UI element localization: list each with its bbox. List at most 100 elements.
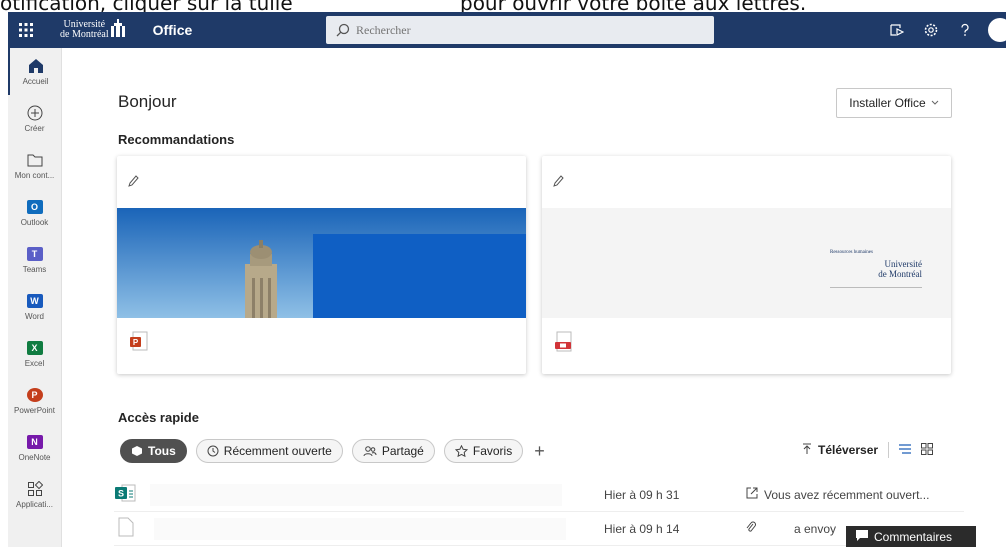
file-name-placeholder — [150, 483, 562, 506]
home-icon — [28, 57, 44, 75]
install-label: Installer Office — [849, 96, 926, 110]
pencil-icon — [127, 174, 139, 193]
filter-recent[interactable]: Récemment ouverte — [195, 439, 343, 463]
svg-text:P: P — [133, 338, 139, 347]
file-date: Hier à 09 h 14 — [604, 521, 680, 536]
word-icon: W — [26, 294, 43, 308]
star-icon — [454, 445, 468, 457]
rail-item-onenote[interactable]: N OneNote — [8, 424, 61, 471]
brand-line2: de Montréal — [60, 29, 109, 40]
feedback-label: Commentaires — [874, 529, 953, 544]
rail-label: OneNote — [18, 453, 51, 462]
install-office-button[interactable]: Installer Office — [836, 88, 952, 118]
thumbnail-logo-line1: Université — [884, 259, 923, 269]
thumbnail-caption: Ressources humaines — [830, 250, 873, 255]
app-name[interactable]: Office — [153, 22, 193, 38]
recommendation-card[interactable]: Ressources humaines Université de Montré… — [542, 156, 951, 374]
add-filter-icon[interactable]: + — [534, 441, 545, 462]
rail-item-accueil[interactable]: Accueil — [8, 48, 61, 95]
recommendations-title: Recommandations — [118, 132, 235, 147]
search-icon — [336, 23, 350, 37]
search-input[interactable] — [356, 22, 656, 38]
file-date: Hier à 09 h 31 — [604, 487, 680, 502]
people-icon — [363, 445, 377, 457]
outlook-icon: O — [26, 200, 43, 214]
filter-favorites-label: Favoris — [472, 444, 513, 458]
settings-gear-icon[interactable] — [914, 12, 948, 48]
rail-label: Applicati... — [16, 500, 53, 509]
open-link-icon — [746, 487, 758, 502]
list-item[interactable]: Hier à 09 h 14 a envoy — [114, 512, 964, 546]
university-logo[interactable]: Université de Montréal — [60, 18, 125, 42]
sharepoint-file-icon: S — [114, 483, 136, 506]
divider — [888, 442, 890, 458]
grid-view-icon[interactable] — [921, 442, 934, 458]
search-box[interactable] — [326, 16, 714, 44]
list-item[interactable]: S Hier à 09 h 31 Vous avez récemment ouv… — [114, 478, 964, 512]
rail-label: Teams — [22, 265, 47, 274]
filter-all-label: Tous — [148, 444, 176, 458]
svg-text:S: S — [118, 489, 124, 499]
filter-shared[interactable]: Partagé — [351, 439, 435, 463]
rail-item-excel[interactable]: X Excel — [8, 330, 61, 377]
file-activity: a envoy — [746, 521, 836, 536]
rail-item-teams[interactable]: T Teams — [8, 236, 61, 283]
thumbnail-logo-line2: de Montréal — [878, 269, 922, 279]
feedback-button[interactable]: Commentaires — [846, 526, 976, 547]
chevron-down-icon — [931, 98, 939, 108]
pavilion-logo-icon — [110, 18, 125, 42]
main-content: Bonjour Installer Office Recommandations… — [62, 48, 1006, 547]
clock-icon — [207, 445, 219, 457]
upload-arrow-icon — [802, 443, 812, 458]
rail-item-applications[interactable]: Applicati... — [8, 471, 61, 518]
rail-label: Excel — [24, 359, 45, 368]
rail-item-mon-contenu[interactable]: Mon cont... — [8, 142, 61, 189]
file-list: S Hier à 09 h 31 Vous avez récemment ouv… — [114, 478, 964, 546]
rail-label: Mon cont... — [14, 171, 55, 180]
pencil-icon — [552, 174, 564, 193]
rail-item-word[interactable]: W Word — [8, 283, 61, 330]
powerpoint-icon: P — [26, 388, 43, 402]
rail-item-powerpoint[interactable]: P PowerPoint — [8, 377, 61, 424]
excel-icon: X — [26, 341, 43, 355]
rail-item-creer[interactable]: Créer — [8, 95, 61, 142]
filter-shared-label: Partagé — [381, 444, 424, 458]
caption-left: otification, cliquer sur la tuile — [0, 0, 293, 12]
rail-label: Outlook — [20, 218, 49, 227]
file-activity: Vous avez récemment ouvert... — [746, 487, 929, 502]
upload-button[interactable]: Téléverser — [818, 443, 878, 457]
powerpoint-file-icon: P — [129, 331, 149, 358]
filter-pills: Tous Récemment ouverte Partagé Favoris + — [120, 439, 545, 463]
quick-access-actions: Téléverser — [802, 442, 934, 458]
rail-label: Créer — [24, 124, 45, 133]
recommendation-card[interactable]: P — [117, 156, 526, 374]
onenote-icon: N — [26, 435, 43, 449]
teams-icon: T — [26, 247, 43, 261]
caption-right: pour ouvrir votre boîte aux lettres. — [460, 0, 807, 12]
greeting: Bonjour — [118, 92, 177, 111]
attachment-icon — [746, 521, 756, 536]
filter-favorites[interactable]: Favoris — [443, 439, 524, 463]
cube-icon — [131, 445, 143, 457]
plus-circle-icon — [27, 104, 43, 122]
file-activity-text: Vous avez récemment ouvert... — [764, 487, 930, 502]
help-icon[interactable] — [948, 12, 982, 48]
file-activity-text: a envoy — [794, 521, 837, 536]
file-name-placeholder — [154, 517, 566, 540]
folder-icon — [27, 151, 43, 169]
filter-all[interactable]: Tous — [120, 439, 187, 463]
quick-access-title: Accès rapide — [118, 410, 199, 425]
app-launcher-icon[interactable] — [8, 12, 44, 48]
instruction-caption: otification, cliquer sur la tuile pour o… — [0, 0, 1006, 12]
left-rail: Accueil Créer Mon cont... O Outlook T Te… — [8, 48, 62, 547]
feedback-icon[interactable] — [880, 12, 914, 48]
rail-label: Word — [25, 312, 44, 321]
rail-item-outlook[interactable]: O Outlook — [8, 189, 61, 236]
apps-icon — [27, 480, 43, 498]
pdf-file-icon — [554, 331, 574, 358]
comment-icon — [856, 529, 868, 544]
avatar[interactable] — [988, 18, 1006, 42]
top-bar: Université de Montréal Office — [8, 12, 1006, 48]
list-view-icon[interactable] — [899, 443, 912, 457]
document-thumbnail: Ressources humaines Université de Montré… — [542, 208, 951, 318]
